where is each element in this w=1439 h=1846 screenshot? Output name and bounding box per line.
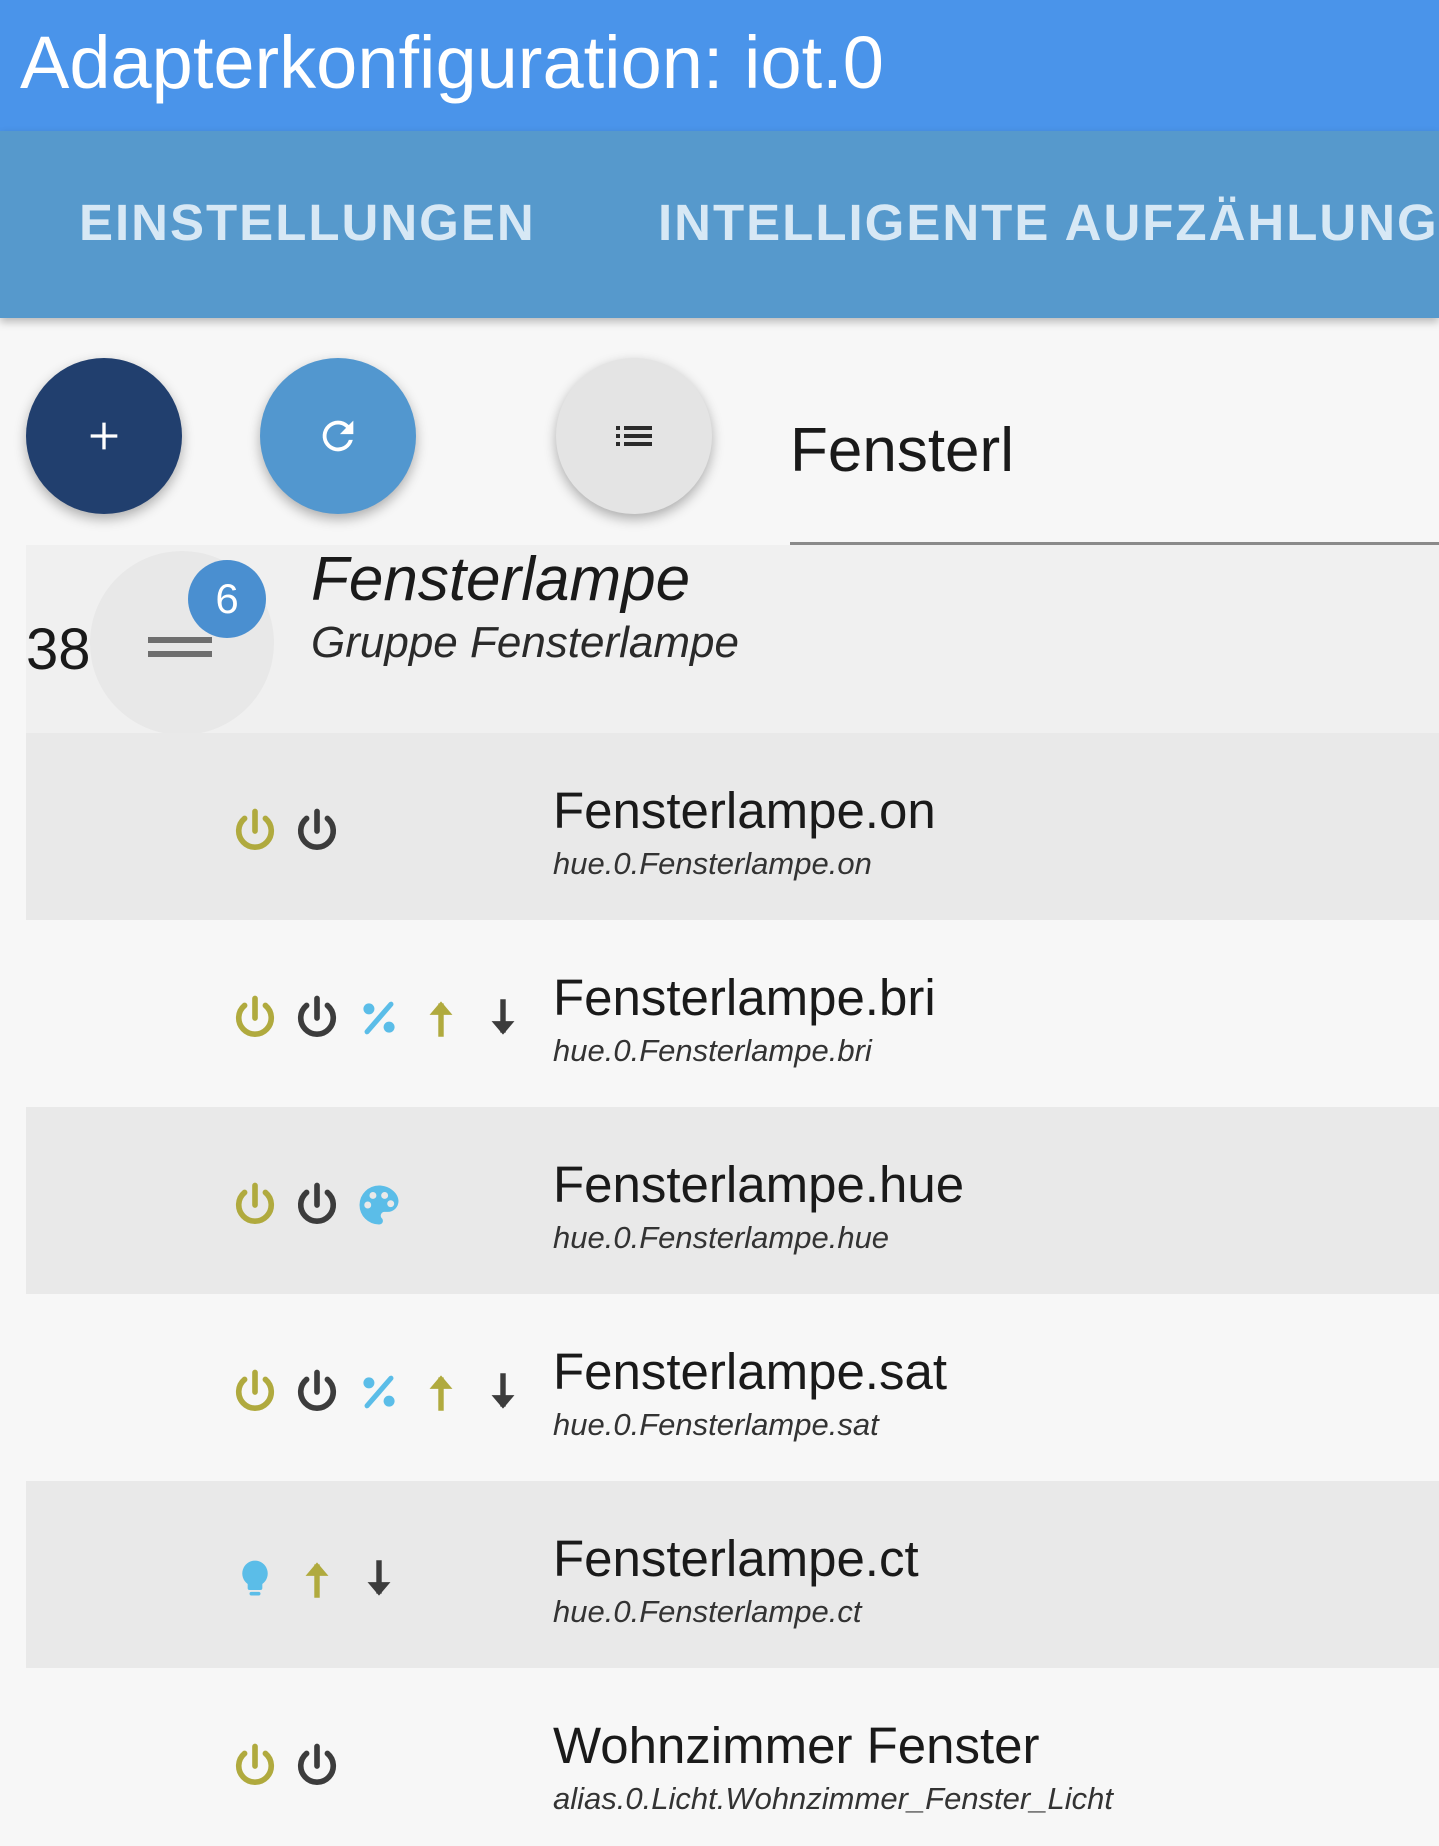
percent-icon <box>348 1362 410 1422</box>
capability-icons <box>224 1736 348 1796</box>
list-icon <box>616 426 652 446</box>
device-name: Wohnzimmer Fenster <box>553 1717 1040 1774</box>
tab-bar: EINSTELLUNGEN INTELLIGENTE AUFZÄHLUNGE <box>0 131 1439 318</box>
device-name: Fensterlampe.ct <box>553 1530 919 1587</box>
device-name: Fensterlampe.hue <box>553 1156 965 1213</box>
group-description: Gruppe Fensterlampe <box>311 618 739 667</box>
power-on-icon <box>224 1736 286 1796</box>
device-id: hue.0.Fensterlampe.on <box>553 846 872 881</box>
list-item[interactable]: Fensterlampe.bri hue.0.Fensterlampe.bri <box>26 920 1439 1107</box>
power-on-icon <box>224 988 286 1048</box>
arrow-down-icon <box>472 1362 534 1422</box>
tab-einstellungen[interactable]: EINSTELLUNGEN <box>79 193 536 253</box>
search-field <box>790 400 1439 545</box>
list-item[interactable]: Fensterlampe.sat hue.0.Fensterlampe.sat <box>26 1294 1439 1481</box>
arrow-up-icon <box>286 1549 348 1609</box>
capability-icons <box>224 988 534 1048</box>
device-id: hue.0.Fensterlampe.bri <box>553 1033 872 1068</box>
device-id: alias.0.Licht.Wohnzimmer_Fenster_Licht <box>553 1781 1113 1816</box>
device-name: Fensterlampe.on <box>553 782 936 839</box>
power-on-icon <box>224 1175 286 1235</box>
power-off-icon <box>286 988 348 1048</box>
plus-icon <box>90 422 118 450</box>
power-on-icon <box>224 1362 286 1422</box>
power-off-icon <box>286 1175 348 1235</box>
refresh-icon <box>322 420 354 452</box>
drag-handle-bar <box>148 637 212 643</box>
capability-icons <box>224 1362 534 1422</box>
drag-handle-bar <box>148 651 212 657</box>
refresh-button[interactable] <box>260 358 416 514</box>
arrow-up-icon <box>410 988 472 1048</box>
title-bar: Adapterkonfiguration: iot.0 <box>0 0 1439 131</box>
arrow-down-icon <box>348 1549 410 1609</box>
device-id: hue.0.Fensterlampe.sat <box>553 1407 879 1442</box>
power-off-icon <box>286 1362 348 1422</box>
group-header: 38. 6 Fensterlampe Gruppe Fensterlampe <box>26 545 1439 735</box>
count-badge: 6 <box>188 560 266 638</box>
search-input[interactable] <box>790 410 1430 490</box>
arrow-down-icon <box>472 988 534 1048</box>
power-on-icon <box>224 801 286 861</box>
page-title: Adapterkonfiguration: iot.0 <box>20 21 884 104</box>
palette-icon <box>348 1175 410 1235</box>
group-name: Fensterlampe <box>311 545 691 614</box>
list-item[interactable]: Wohnzimmer Fenster alias.0.Licht.Wohnzim… <box>26 1668 1439 1846</box>
power-off-icon <box>286 1736 348 1796</box>
list-item[interactable]: Fensterlampe.hue hue.0.Fensterlampe.hue <box>26 1107 1439 1294</box>
power-off-icon <box>286 801 348 861</box>
capability-icons <box>224 1175 410 1235</box>
list-item[interactable]: Fensterlampe.ct hue.0.Fensterlampe.ct <box>26 1481 1439 1668</box>
add-button[interactable] <box>26 358 182 514</box>
device-id: hue.0.Fensterlampe.ct <box>553 1594 862 1629</box>
capability-icons <box>224 801 348 861</box>
arrow-up-icon <box>410 1362 472 1422</box>
percent-icon <box>348 988 410 1048</box>
device-name: Fensterlampe.sat <box>553 1343 948 1400</box>
device-id: hue.0.Fensterlampe.hue <box>553 1220 890 1255</box>
device-name: Fensterlampe.bri <box>553 969 936 1026</box>
capability-icons <box>224 1549 410 1609</box>
lightbulb-icon <box>224 1549 286 1609</box>
list-view-button[interactable] <box>556 358 712 514</box>
tab-intelligente-aufzaehlungen[interactable]: INTELLIGENTE AUFZÄHLUNGE <box>658 193 1439 253</box>
list-item[interactable]: Fensterlampe.on hue.0.Fensterlampe.on <box>26 733 1439 920</box>
